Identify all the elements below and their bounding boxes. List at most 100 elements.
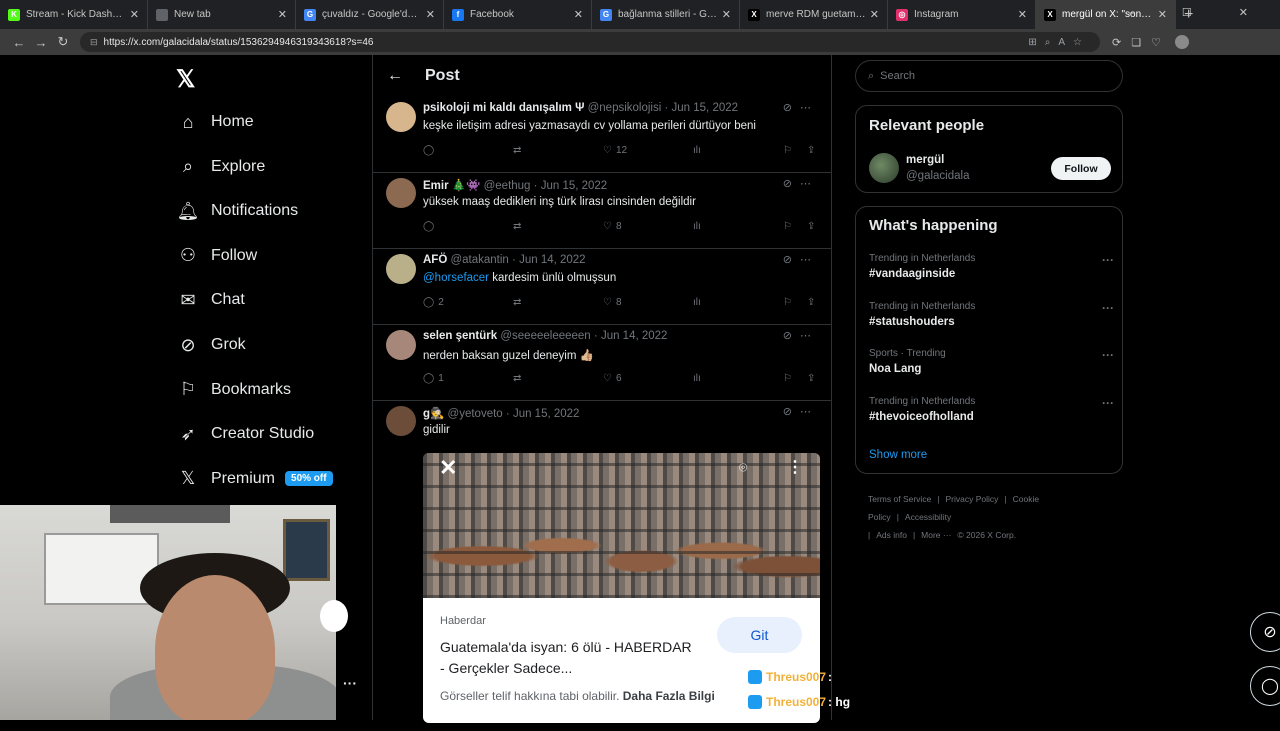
relevant-name[interactable]: mergül: [906, 154, 944, 166]
reply-top-icons[interactable]: ⊘⋯: [783, 177, 819, 190]
learn-more-link[interactable]: Daha Fazla Bilgi: [623, 689, 715, 703]
repost-button[interactable]: ⇄: [513, 145, 521, 156]
tab-close-icon[interactable]: ✕: [870, 8, 879, 21]
tab-close-icon[interactable]: ✕: [574, 8, 583, 21]
reply-date[interactable]: Jun 15, 2022: [541, 180, 608, 192]
trend-item[interactable]: Trending in Netherlands #statushouders ···: [869, 301, 1114, 328]
relevant-handle[interactable]: @galacidala: [906, 170, 969, 182]
chat-float-icon[interactable]: ◯: [1250, 666, 1280, 706]
reply-author-name[interactable]: Emir 🎄👾: [423, 180, 480, 192]
reply-author-name[interactable]: selen şentürk: [423, 330, 497, 342]
reply-author-handle[interactable]: @nepsikolojisi: [588, 102, 662, 114]
reply-avatar[interactable]: [386, 330, 416, 360]
reply-avatar[interactable]: [386, 178, 416, 208]
share-button[interactable]: ⇪: [807, 145, 815, 156]
reply[interactable]: Emir 🎄👾 @eethug · Jun 15, 2022 ⊘⋯ yüksek m…: [373, 173, 831, 249]
x-logo-icon[interactable]: 𝕏: [176, 65, 195, 94]
site-info-icon[interactable]: ⊟: [90, 37, 98, 48]
nav-item-home[interactable]: ⌂ Home: [165, 100, 254, 144]
trend-more-icon[interactable]: ···: [1102, 301, 1114, 315]
nav-item-bookmarks[interactable]: ⚐ Bookmarks: [165, 368, 291, 412]
browser-tab[interactable]: ◎ Instagram ✕: [888, 0, 1036, 29]
reply[interactable]: AFÖ @atakantin · Jun 14, 2022 ⊘⋯ @horsefac…: [373, 249, 831, 325]
views-button[interactable]: ılı: [693, 221, 701, 232]
reply[interactable]: selen şentürk @seeeeeleeeeen · Jun 14, 2…: [373, 325, 831, 401]
footer-link[interactable]: © 2026 X Corp.: [957, 530, 1016, 540]
like-button[interactable]: ♡ 8: [603, 297, 622, 308]
reply-button[interactable]: ◯ 1: [423, 373, 444, 384]
nav-item-notifications[interactable]: 🔔︎ Notifications: [165, 189, 299, 233]
reply-author-handle[interactable]: @eethug: [484, 180, 531, 192]
repost-button[interactable]: ⇄: [513, 221, 521, 232]
trend-more-icon[interactable]: ···: [1102, 396, 1114, 410]
reply-author-name[interactable]: psikoloji mi kaldı danışalım Ψ: [423, 102, 584, 114]
trend-item[interactable]: Trending in Netherlands #vandaaginside ···: [869, 253, 1114, 280]
back-arrow-icon[interactable]: ←: [387, 67, 403, 85]
reply-avatar[interactable]: [386, 102, 416, 132]
nav-item-grok[interactable]: ⊘ Grok: [165, 323, 245, 367]
views-button[interactable]: ılı: [693, 145, 701, 156]
trend-more-icon[interactable]: ···: [1102, 348, 1114, 362]
reply-date[interactable]: Jun 15, 2022: [513, 408, 580, 420]
nav-item-explore[interactable]: ⌕ Explore: [165, 145, 265, 189]
nav-item-follow[interactable]: ⚇ Follow: [165, 234, 257, 278]
bookmark-button[interactable]: ⚐: [783, 373, 792, 384]
reply[interactable]: psikoloji mi kaldı danışalım Ψ @nepsikol…: [373, 97, 831, 173]
more-vertical-icon[interactable]: ⋮: [787, 457, 803, 477]
tab-close-icon[interactable]: ✕: [722, 8, 731, 21]
share-button[interactable]: ⇪: [807, 221, 815, 232]
like-button[interactable]: ♡ 8: [603, 221, 622, 232]
reply-button[interactable]: ◯: [423, 145, 438, 156]
tab-close-icon[interactable]: ✕: [130, 8, 139, 21]
lens-icon[interactable]: ⌾: [739, 459, 747, 476]
back-icon[interactable]: ←: [8, 35, 30, 50]
footer-link[interactable]: Accessibility: [905, 512, 951, 522]
reply-top-icons[interactable]: ⊘⋯: [783, 253, 819, 266]
relevant-avatar[interactable]: [869, 153, 899, 183]
reply-avatar[interactable]: [386, 254, 416, 284]
account-more-icon[interactable]: ···: [343, 675, 357, 691]
tab-close-icon[interactable]: ✕: [1018, 8, 1027, 21]
bookmark-button[interactable]: ⚐: [783, 145, 792, 156]
like-button[interactable]: ♡ 6: [603, 373, 622, 384]
reply-date[interactable]: Jun 14, 2022: [519, 254, 586, 266]
browser-tab[interactable]: K Stream - Kick Dashboard ✕: [0, 0, 148, 29]
views-button[interactable]: ılı: [693, 297, 701, 308]
profile-avatar[interactable]: [1174, 35, 1189, 49]
reply-avatar[interactable]: [386, 406, 416, 436]
reply-date[interactable]: Jun 14, 2022: [601, 330, 668, 342]
reply-top-icons[interactable]: ⊘⋯: [783, 101, 819, 114]
nav-item-premium[interactable]: 𝕏 Premium 50% off: [165, 457, 333, 501]
reload-icon[interactable]: ↻: [52, 34, 74, 50]
repost-button[interactable]: ⇄: [513, 297, 521, 308]
reply-author-handle[interactable]: @atakantin: [450, 254, 508, 266]
url-action-icons[interactable]: ⊞⌕A☆: [1028, 37, 1090, 48]
footer-link[interactable]: Privacy Policy: [946, 494, 999, 504]
reply-top-icons[interactable]: ⊘⋯: [783, 329, 819, 342]
tab-close-icon[interactable]: ✕: [426, 8, 435, 21]
browser-tab[interactable]: Gçuvaldız - Google'da Ara ✕: [296, 0, 444, 29]
scroll-to-top-button[interactable]: [320, 600, 348, 632]
reply-author-name[interactable]: AFÖ: [423, 254, 447, 266]
nav-item-chat[interactable]: ✉ Chat: [165, 278, 244, 322]
follow-button[interactable]: Follow: [1051, 157, 1111, 180]
footer-link[interactable]: Ads info: [876, 530, 907, 540]
footer-link[interactable]: Terms of Service: [868, 494, 931, 504]
like-button[interactable]: ♡ 12: [603, 145, 627, 156]
reply-date[interactable]: Jun 15, 2022: [672, 102, 739, 114]
bookmark-button[interactable]: ⚐: [783, 297, 792, 308]
reply-author-handle[interactable]: @seeeeeleeeeen: [500, 330, 590, 342]
reply-button[interactable]: ◯ 2: [423, 297, 444, 308]
reply-author-name[interactable]: g🕵: [423, 408, 444, 420]
footer-link[interactable]: More ···: [921, 530, 951, 540]
reply-button[interactable]: ◯: [423, 221, 438, 232]
url-field[interactable]: ⊟ https://x.com/galacidala/status/153629…: [80, 32, 1100, 52]
grok-float-icon[interactable]: ⊘: [1250, 612, 1280, 652]
go-button[interactable]: Git: [717, 617, 802, 653]
show-more-link[interactable]: Show more: [869, 449, 927, 461]
trend-item[interactable]: Trending in Netherlands #thevoiceofhollan…: [869, 396, 1114, 423]
share-button[interactable]: ⇪: [807, 373, 815, 384]
share-button[interactable]: ⇪: [807, 297, 815, 308]
browser-tab[interactable]: New tab ✕: [148, 0, 296, 29]
views-button[interactable]: ılı: [693, 373, 701, 384]
